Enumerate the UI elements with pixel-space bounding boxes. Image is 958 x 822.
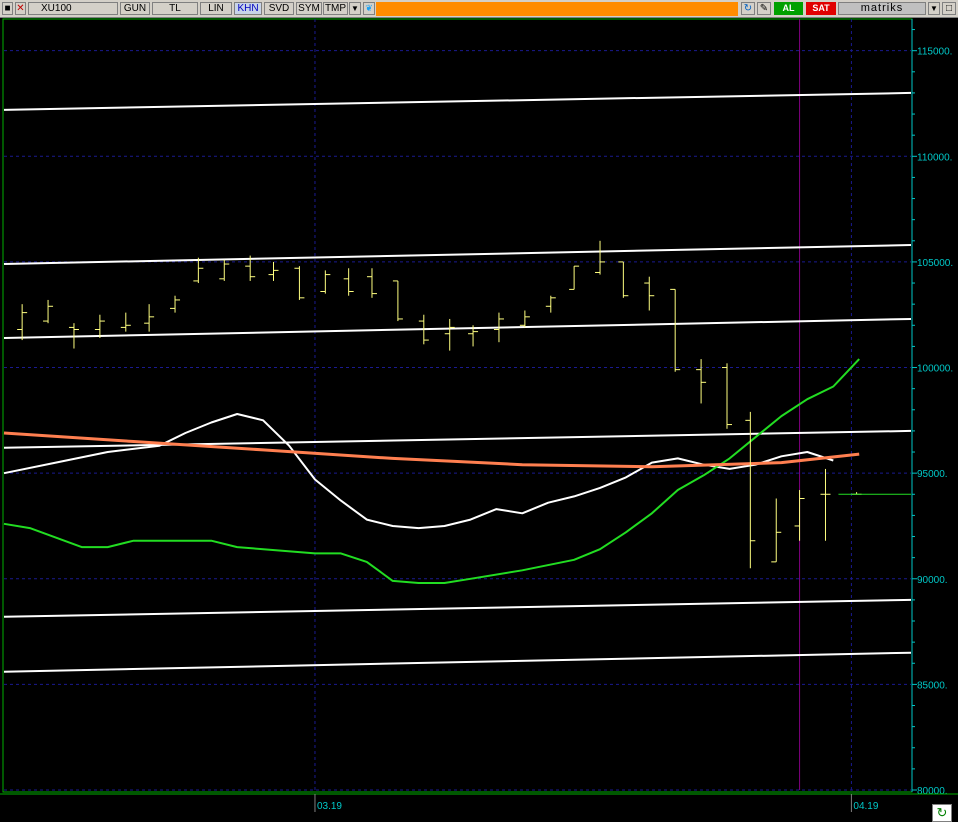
channel-line-0 xyxy=(3,91,912,111)
ohlc-bar xyxy=(618,261,629,298)
ohlc-bar xyxy=(696,359,707,404)
channel-line-1 xyxy=(3,244,912,266)
ohlc-bar xyxy=(745,411,756,569)
channel-line-4 xyxy=(3,598,912,618)
ohlc-bar xyxy=(43,299,54,324)
bottom-panel: ↻ xyxy=(0,796,958,822)
ohlc-bar xyxy=(595,240,606,275)
channel-line-3 xyxy=(3,429,912,449)
ohlc-bar xyxy=(722,363,733,429)
y-tick-label: 115000. xyxy=(917,47,952,58)
ohlc-bar xyxy=(144,304,155,332)
ohlc-bar xyxy=(771,498,782,563)
ohlc-bar xyxy=(294,266,305,300)
plot-frame xyxy=(2,18,913,793)
chart-settings-icon[interactable]: ↻ xyxy=(932,804,952,822)
ohlc-bar xyxy=(444,318,455,351)
ohlc-bar xyxy=(644,276,655,311)
ohlc-bar xyxy=(794,490,805,541)
channel-line-2 xyxy=(3,317,912,339)
ohlc-bar xyxy=(820,468,831,541)
ohlc-bar xyxy=(219,259,230,281)
channel-line-5 xyxy=(3,651,912,673)
ohlc-bar xyxy=(170,295,181,313)
y-tick-label: 100000. xyxy=(917,364,953,375)
ohlc-bar xyxy=(569,265,580,290)
y-tick-label: 105000. xyxy=(917,258,953,269)
y-tick-label: 90000. xyxy=(917,575,948,586)
ohlc-bar xyxy=(268,261,279,281)
ohlc-bar xyxy=(366,268,377,298)
ohlc-bar xyxy=(320,270,331,294)
ohlc-bar xyxy=(670,288,681,372)
ohlc-bar xyxy=(519,310,530,328)
moving-average-line-1 xyxy=(3,358,860,584)
y-tick-label: 95000. xyxy=(917,469,948,480)
ohlc-bar xyxy=(120,312,131,332)
ohlc-bar xyxy=(392,280,403,322)
ohlc-bar xyxy=(343,268,354,296)
ohlc-bar xyxy=(17,304,28,341)
price-chart[interactable]: 115000. 110000. 105000. 100000. 95000. 90000.… xyxy=(0,0,958,822)
y-tick-label: 110000. xyxy=(917,152,952,163)
y-tick-label: 85000. xyxy=(917,680,948,691)
ohlc-bar xyxy=(193,257,204,284)
ohlc-bar xyxy=(94,314,105,338)
ohlc-bar xyxy=(545,295,556,313)
